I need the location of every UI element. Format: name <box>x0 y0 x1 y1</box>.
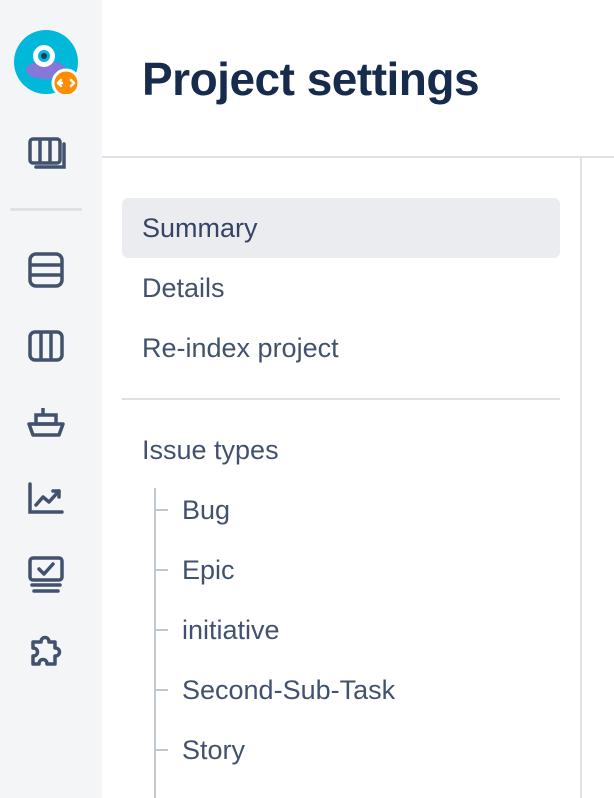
boards-button[interactable] <box>22 128 70 176</box>
nav-item-reindex-project[interactable]: Re-index project <box>122 318 560 378</box>
project-avatar[interactable] <box>14 30 81 98</box>
board-columns-icon <box>28 330 64 362</box>
issues-button[interactable] <box>22 550 70 598</box>
backlog-icon <box>28 252 64 288</box>
nav-item-issue-types[interactable]: Issue types <box>122 420 560 480</box>
issue-type-label: Bug <box>182 494 231 525</box>
rail-divider <box>10 208 82 211</box>
content-divider <box>580 158 582 798</box>
tree-branch <box>154 569 168 571</box>
releases-ship-icon <box>27 408 65 437</box>
apps-puzzle-icon <box>31 635 62 666</box>
nav-item-summary[interactable]: Summary <box>122 198 560 258</box>
nav-separator <box>122 398 560 400</box>
nav-item-label: Details <box>142 272 225 303</box>
project-avatar-icon <box>14 30 81 98</box>
page-header: Project settings <box>102 0 614 158</box>
nav-item-label: Issue types <box>142 434 279 465</box>
nav-item-label: Re-index project <box>142 332 339 363</box>
sidebar-rail <box>0 0 102 798</box>
issue-type-initiative[interactable]: initiative <box>154 600 560 660</box>
tree-branch <box>154 629 168 631</box>
nav-item-label: Summary <box>142 212 258 243</box>
page-title: Project settings <box>142 53 480 105</box>
issue-type-epic[interactable]: Epic <box>154 540 560 600</box>
tree-branch <box>154 689 168 691</box>
app-root: Project settings Summary Details Re-inde… <box>0 0 614 798</box>
issue-type-label: Epic <box>182 554 235 585</box>
issue-type-label: initiative <box>182 614 280 645</box>
reports-chart-icon <box>28 482 64 514</box>
releases-button[interactable] <box>22 398 70 446</box>
backlog-button[interactable] <box>22 246 70 294</box>
issues-monitor-icon <box>28 556 64 593</box>
board-button[interactable] <box>22 322 70 370</box>
tree-branch <box>154 509 168 511</box>
tree-branch <box>154 749 168 751</box>
issue-type-label: Story <box>182 734 246 765</box>
apps-button[interactable] <box>22 626 70 674</box>
issue-type-story[interactable]: Story <box>154 720 560 780</box>
nav-item-details[interactable]: Details <box>122 258 560 318</box>
issue-type-label: Second-Sub-Task <box>182 674 396 705</box>
reports-button[interactable] <box>22 474 70 522</box>
boards-icon <box>28 137 66 169</box>
issue-type-second-sub-task[interactable]: Second-Sub-Task <box>154 660 560 720</box>
issue-type-bug[interactable]: Bug <box>154 480 560 540</box>
